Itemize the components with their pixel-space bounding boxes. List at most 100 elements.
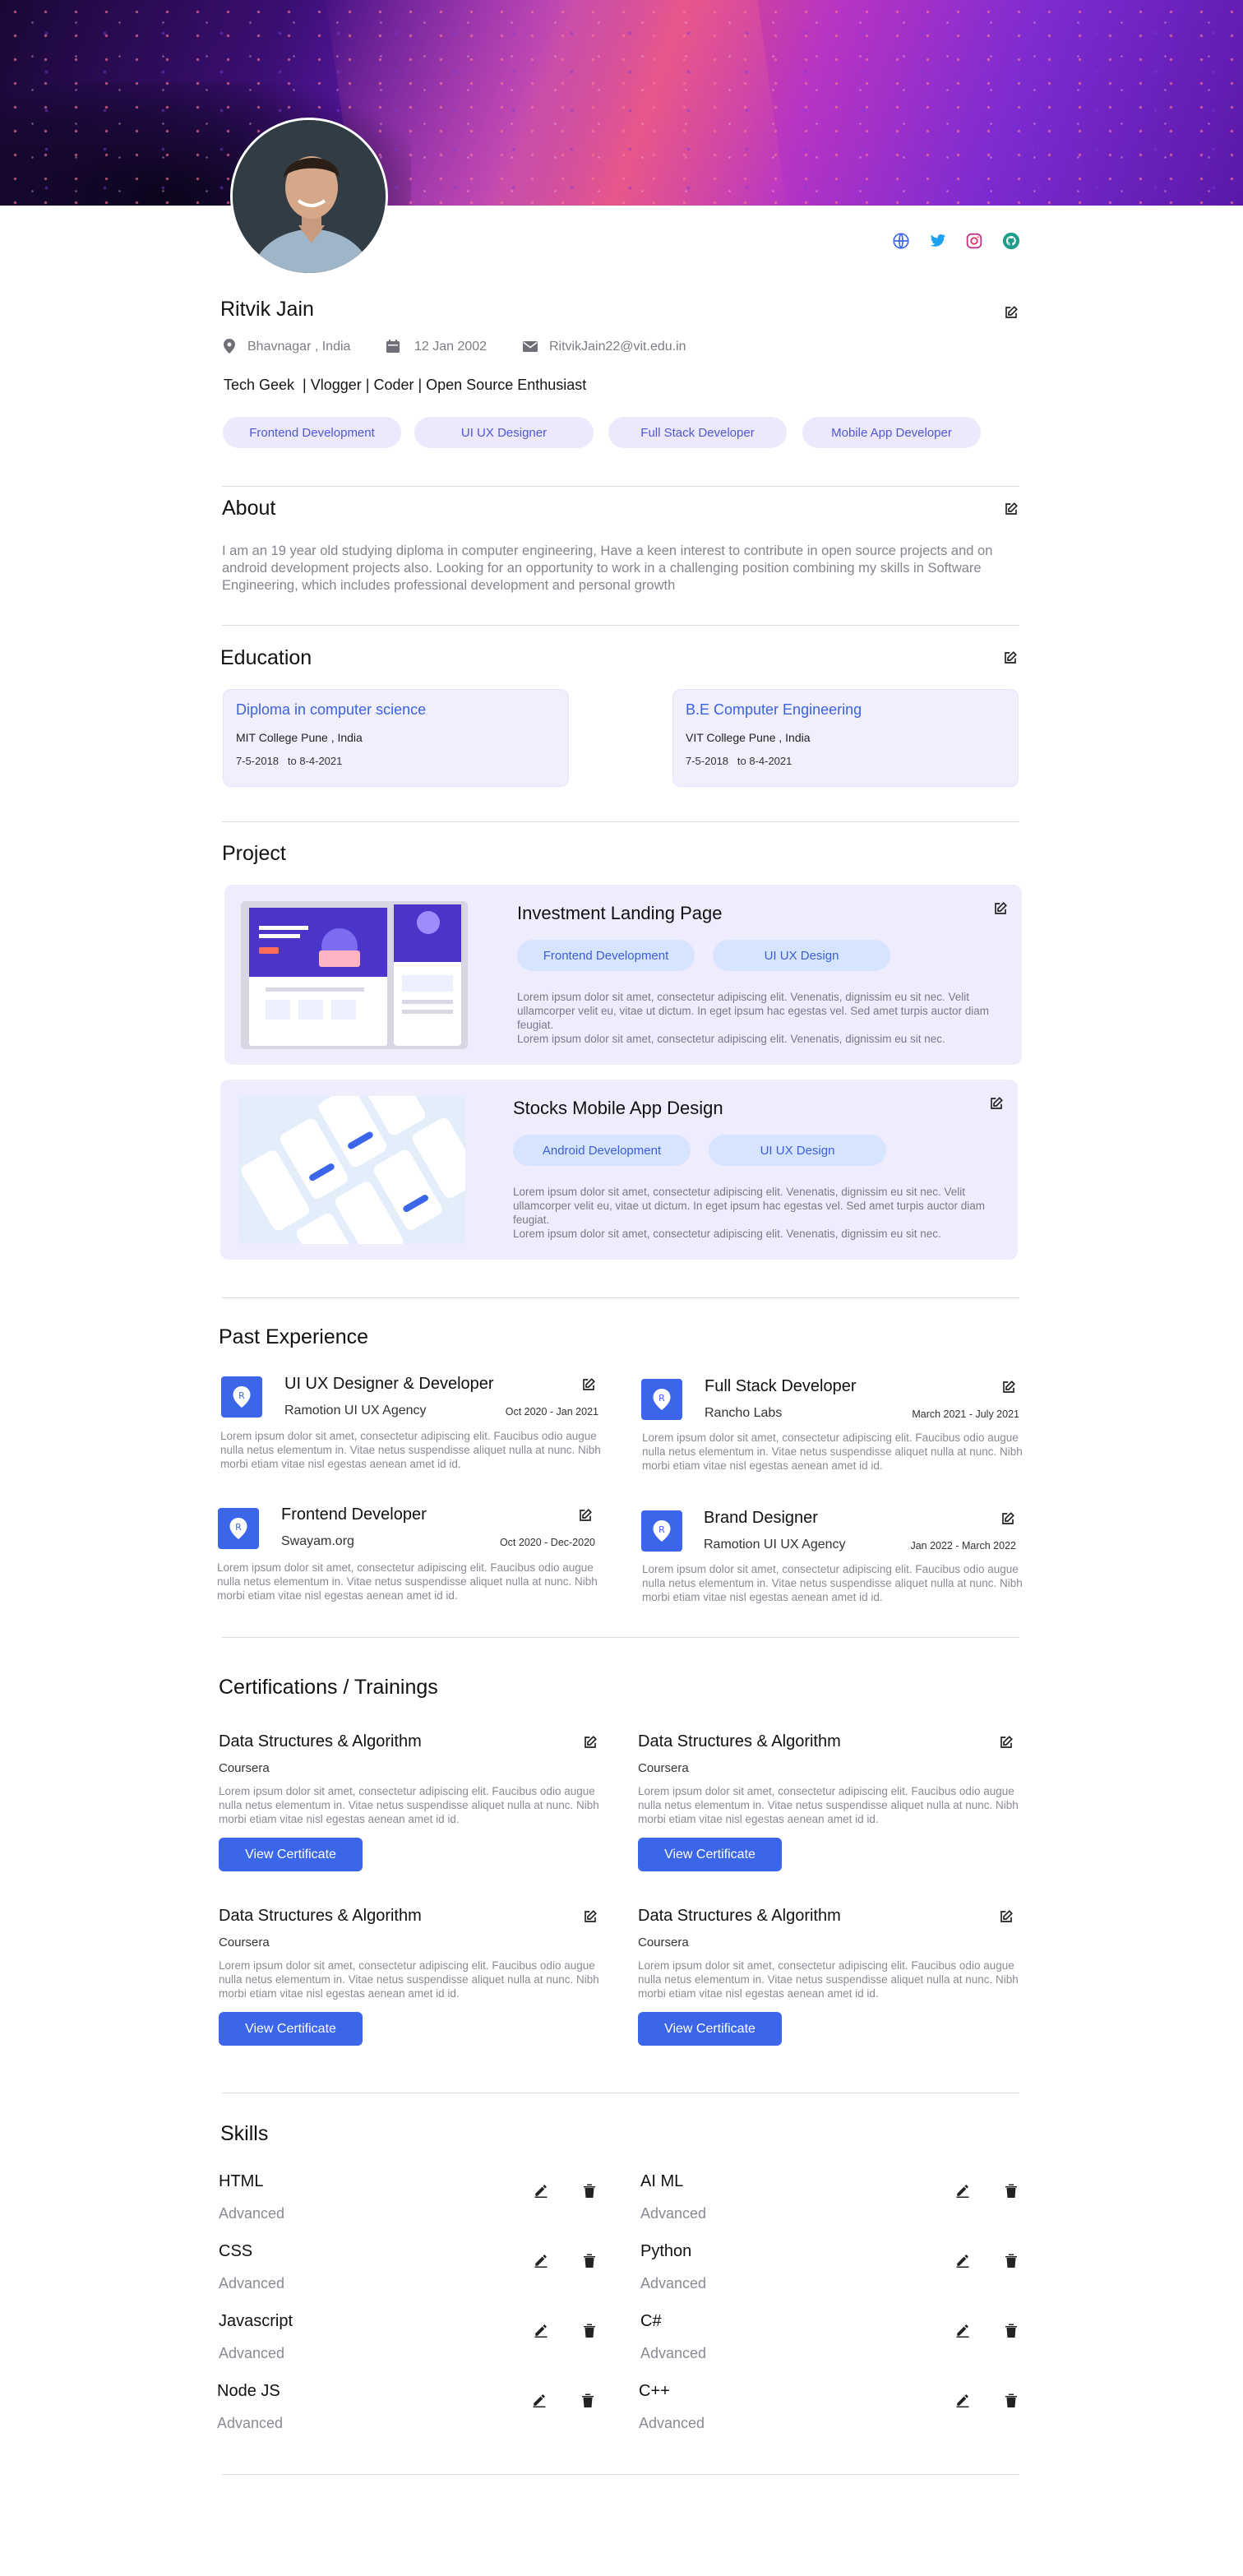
education-card: B.E Computer Engineering VIT College Pun… — [672, 689, 1019, 787]
experience-company: Ramotion UI UX Agency — [704, 1538, 846, 1552]
edit-skill-icon[interactable] — [531, 2320, 551, 2340]
edit-skill-icon[interactable] — [953, 2250, 973, 2270]
experience-description: Lorem ipsum dolor sit amet, consectetur … — [220, 1430, 601, 1470]
project-tag-chip: Frontend Development — [517, 940, 695, 971]
delete-skill-icon[interactable] — [580, 2250, 599, 2270]
certification-description: Lorem ipsum dolor sit amet, consectetur … — [638, 1785, 1019, 1825]
delete-skill-icon[interactable] — [578, 2390, 598, 2410]
skill-name: HTML — [219, 2172, 264, 2190]
experience-description: Lorem ipsum dolor sit amet, consectetur … — [642, 1431, 1023, 1472]
projects-title: Project — [222, 842, 286, 865]
edit-certification-icon[interactable] — [580, 1732, 600, 1752]
experience-dates: Oct 2020 - Dec-2020 — [499, 1537, 595, 1548]
project-description: Lorem ipsum dolor sit amet, consectetur … — [513, 1186, 986, 1240]
education-title: Education — [220, 646, 312, 669]
certification-provider: Coursera — [219, 1935, 270, 1949]
tag-chip: UI UX Designer — [414, 417, 594, 448]
email-text: RitvikJain22@vit.edu.in — [549, 340, 686, 354]
skill-level: Advanced — [640, 2205, 707, 2222]
experience-dates: Oct 2020 - Jan 2021 — [505, 1406, 598, 1417]
github-icon[interactable] — [1001, 231, 1021, 251]
experience-description: Lorem ipsum dolor sit amet, consectetur … — [642, 1563, 1023, 1603]
divider — [222, 821, 1019, 822]
edit-experience-icon[interactable] — [999, 1377, 1019, 1397]
certification-description: Lorem ipsum dolor sit amet, consectetur … — [638, 1959, 1019, 2000]
project-card: Stocks Mobile App Design Android Develop… — [220, 1080, 1018, 1260]
certification-name: Data Structures & Algorithm — [638, 1907, 841, 1925]
cover-banner — [0, 0, 1243, 206]
edit-education-icon[interactable] — [1000, 648, 1020, 668]
skill-level: Advanced — [639, 2415, 705, 2431]
edit-skill-icon[interactable] — [953, 2181, 973, 2200]
svg-text:R: R — [658, 1524, 665, 1535]
skill-level: Advanced — [640, 2275, 707, 2292]
company-logo-icon: R — [641, 1379, 682, 1420]
experience-company: Rancho Labs — [705, 1406, 783, 1420]
certification-name: Data Structures & Algorithm — [219, 1732, 422, 1750]
degree-title: Diploma in computer science — [236, 701, 427, 718]
edit-about-icon[interactable] — [1001, 499, 1021, 519]
mail-icon — [523, 341, 538, 353]
delete-skill-icon[interactable] — [580, 2181, 599, 2200]
globe-icon[interactable] — [891, 231, 911, 251]
project-description: Lorem ipsum dolor sit amet, consectetur … — [517, 991, 990, 1045]
skill-level: Advanced — [640, 2345, 707, 2361]
edit-experience-icon[interactable] — [998, 1509, 1018, 1528]
edit-skill-icon[interactable] — [529, 2390, 549, 2410]
delete-skill-icon[interactable] — [1001, 2250, 1021, 2270]
twitter-icon[interactable] — [928, 231, 948, 251]
experience-role: Frontend Developer — [281, 1505, 427, 1524]
skill-level: Advanced — [219, 2205, 285, 2222]
project-tag-chip: UI UX Design — [713, 940, 890, 971]
svg-text:R: R — [235, 1522, 242, 1533]
delete-skill-icon[interactable] — [1001, 2181, 1021, 2200]
svg-text:R: R — [658, 1393, 665, 1404]
degree-title: B.E Computer Engineering — [686, 701, 862, 718]
experience-company: Ramotion UI UX Agency — [284, 1404, 427, 1417]
certification-name: Data Structures & Algorithm — [638, 1732, 841, 1750]
edit-certification-icon[interactable] — [996, 1907, 1016, 1926]
certification-provider: Coursera — [638, 1935, 689, 1949]
view-certificate-button[interactable]: View Certificate — [219, 2012, 363, 2046]
edit-project-icon[interactable] — [991, 899, 1010, 918]
svg-text:R: R — [238, 1390, 245, 1401]
skill-name: Python — [640, 2242, 692, 2260]
project-card: Investment Landing Page Frontend Develop… — [224, 885, 1022, 1065]
delete-skill-icon[interactable] — [580, 2320, 599, 2340]
about-title: About — [222, 497, 276, 520]
delete-skill-icon[interactable] — [1001, 2390, 1021, 2410]
location-icon — [224, 339, 237, 354]
certification-name: Data Structures & Algorithm — [219, 1907, 422, 1925]
edit-skill-icon[interactable] — [953, 2320, 973, 2340]
view-certificate-button[interactable]: View Certificate — [219, 1838, 363, 1871]
instagram-icon[interactable] — [964, 231, 984, 251]
view-certificate-button[interactable]: View Certificate — [638, 2012, 782, 2046]
experience-description: Lorem ipsum dolor sit amet, consectetur … — [217, 1561, 598, 1602]
edit-certification-icon[interactable] — [580, 1907, 600, 1926]
certification-provider: Coursera — [219, 1761, 270, 1775]
experience-title: Past Experience — [219, 1325, 369, 1348]
delete-skill-icon[interactable] — [1001, 2320, 1021, 2340]
experience-dates: March 2021 - July 2021 — [912, 1408, 1019, 1420]
skill-level: Advanced — [219, 2275, 285, 2292]
view-certificate-button[interactable]: View Certificate — [638, 1838, 782, 1871]
skill-name: Node JS — [217, 2382, 280, 2400]
edit-skill-icon[interactable] — [531, 2250, 551, 2270]
divider — [222, 1637, 1019, 1638]
divider — [222, 2474, 1019, 2475]
edit-experience-icon[interactable] — [579, 1375, 598, 1394]
experience-role: Full Stack Developer — [705, 1377, 857, 1395]
skill-level: Advanced — [219, 2345, 285, 2361]
edit-profile-icon[interactable] — [1001, 303, 1021, 322]
school-name: VIT College Pune , India — [686, 731, 811, 744]
edit-skill-icon[interactable] — [531, 2181, 551, 2200]
edit-experience-icon[interactable] — [575, 1505, 595, 1525]
education-dates: 7-5-2018 to 8-4-2021 — [686, 755, 792, 767]
experience-dates: Jan 2022 - March 2022 — [910, 1540, 1016, 1552]
project-tag-chip: UI UX Design — [709, 1135, 886, 1166]
skills-title: Skills — [220, 2122, 269, 2145]
edit-project-icon[interactable] — [987, 1094, 1006, 1113]
education-card: Diploma in computer science MIT College … — [223, 689, 569, 787]
edit-certification-icon[interactable] — [996, 1732, 1016, 1752]
edit-skill-icon[interactable] — [953, 2390, 973, 2410]
